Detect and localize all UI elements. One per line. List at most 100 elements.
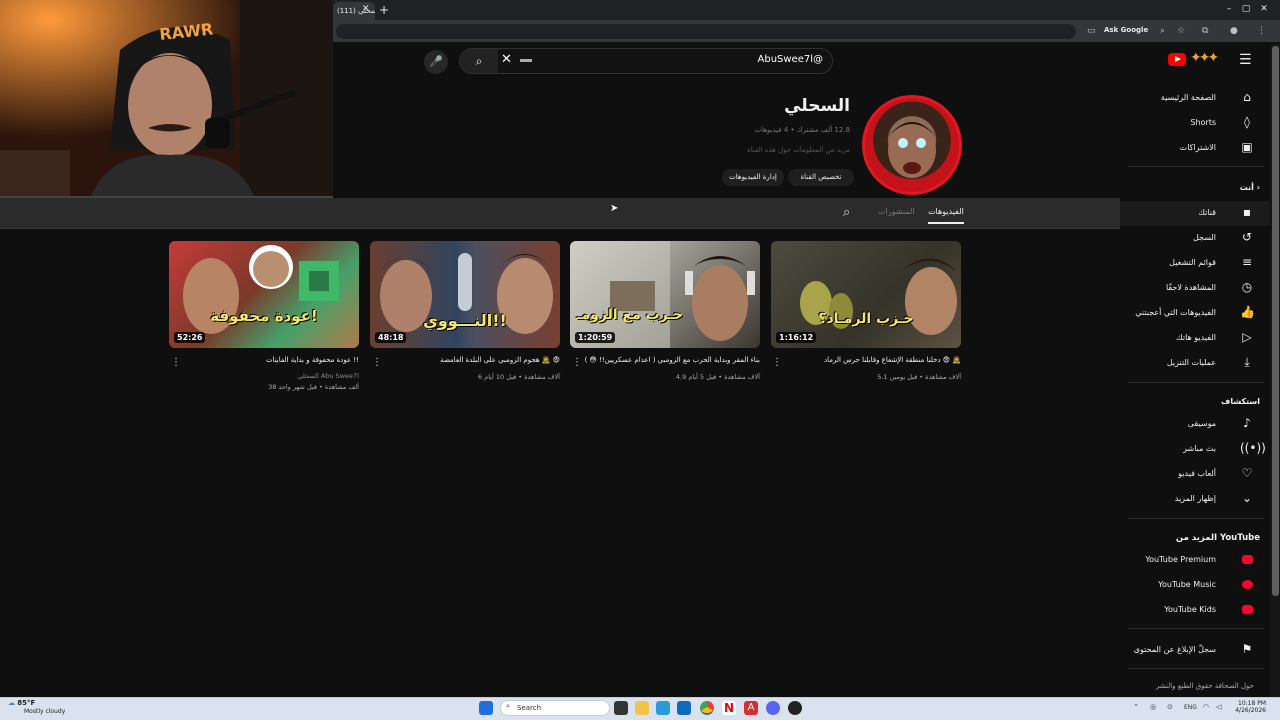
search-button[interactable]: ⌕: [460, 49, 498, 73]
more-options-icon[interactable]: ⋮: [372, 357, 382, 368]
store-icon[interactable]: [677, 701, 691, 715]
extensions-icon[interactable]: ⧉: [1202, 26, 1208, 36]
search-icon: ⌕: [506, 702, 510, 710]
adobe-icon[interactable]: A: [744, 701, 758, 715]
address-bar[interactable]: [336, 24, 1076, 39]
video-meta: 4.9 آلاف مشاهدة • قبل 5 أيام: [675, 373, 760, 381]
more-options-icon[interactable]: ⋮: [171, 357, 181, 368]
ask-google-button[interactable]: Ask Google: [1104, 26, 1148, 34]
language-indicator[interactable]: ENG: [1184, 704, 1197, 711]
sidebar-item-label: الصفحة الرئيسية: [1160, 93, 1216, 102]
liked-icon: 👍: [1240, 305, 1255, 319]
more-options-icon[interactable]: ⋮: [772, 357, 782, 368]
voice-search-icon[interactable]: 🎤: [424, 50, 448, 74]
customize-channel-button[interactable]: تخصيص القناة: [788, 169, 854, 186]
video-thumbnail[interactable]: حـزب الرمـاد؟ 1:16:12: [771, 241, 961, 348]
thumbnail-overlay-text: النـــووي!!: [423, 311, 507, 330]
new-tab-icon[interactable]: +: [379, 3, 389, 17]
sidebar-item-youtube-kids[interactable]: YouTube Kids: [1120, 598, 1270, 623]
edge-icon[interactable]: [656, 701, 670, 715]
youtube-logo[interactable]: [1168, 53, 1186, 66]
sidebar-footer-links[interactable]: حول الصحافة حقوق الطبع والنشر: [1130, 682, 1254, 690]
discord-icon[interactable]: [766, 701, 780, 715]
sidebar-item-liked-videos[interactable]: 👍 الفيديوهات التي أعجبتني: [1120, 301, 1270, 326]
sidebar-item-youtube-premium[interactable]: YouTube Premium: [1120, 548, 1270, 573]
sidebar-item-live[interactable]: ((•)) بث مباشر: [1120, 437, 1270, 462]
video-title[interactable]: عودة محفوفة و بداية الفايتات !!: [179, 356, 359, 364]
close-tab-icon[interactable]: ✕: [362, 4, 370, 14]
your-channel-icon: ▪: [1242, 205, 1252, 219]
menu-icon[interactable]: ☰: [1239, 52, 1252, 68]
video-title[interactable]: بناء المقر وبداية الحرب مع الزومبي ( اعد…: [580, 356, 760, 364]
windows-start-icon[interactable]: [479, 701, 493, 715]
youtube-premium-icon: [1242, 555, 1253, 564]
scrollbar-thumb[interactable]: [1272, 46, 1279, 596]
video-duration: 48:18: [375, 332, 407, 343]
taskbar-clock[interactable]: 10:18 PM 4/26/2026: [1232, 700, 1266, 714]
volume-icon[interactable]: ◁: [1216, 703, 1221, 711]
sidebar-item-subscriptions[interactable]: ▣ الاشتراكات: [1120, 136, 1270, 161]
obs-icon[interactable]: [788, 701, 802, 715]
profile-icon[interactable]: ●: [1230, 26, 1238, 36]
sidebar-item-playlists[interactable]: ≡ قوائم التشغيل: [1120, 251, 1270, 276]
sidebar-item-home[interactable]: ⌂ الصفحة الرئيسية: [1120, 86, 1270, 111]
clear-search-icon[interactable]: ✕: [501, 52, 512, 67]
sidebar-item-report-history[interactable]: ⚑ سجلّ الإبلاغ عن المحتوى: [1120, 638, 1270, 663]
video-thumbnail[interactable]: حـرب مع الزومـ 1:20:59: [570, 241, 760, 348]
bookmark-star-icon[interactable]: ☆: [1177, 26, 1185, 36]
tab-videos[interactable]: الفيديوهات: [928, 207, 964, 224]
tab-posts[interactable]: المنشورات: [878, 207, 915, 216]
video-title[interactable]: هجوم الزومبي على البلدة الغامضة 🧟 😨: [380, 356, 560, 364]
sidebar-item-downloads[interactable]: ⤓ عمليات التنزيل: [1120, 351, 1270, 376]
sidebar-divider: [1128, 668, 1264, 669]
taskbar-search[interactable]: ⌕ Search: [500, 700, 610, 716]
more-options-icon[interactable]: ⋮: [572, 357, 582, 368]
youtube-music-icon: [1242, 580, 1253, 589]
video-channel-name[interactable]: السحلي Abu Swee7l: [179, 372, 359, 380]
sidebar-item-your-channel[interactable]: ▪ قناتك: [1120, 201, 1270, 226]
tray-app-icon[interactable]: ◎: [1150, 703, 1156, 711]
doodle-logo-art[interactable]: ✦✦✦: [1190, 50, 1219, 66]
video-thumbnail[interactable]: النـــووي!! 48:18: [370, 241, 560, 348]
channel-stats: ‏12.8 ألف مشترك • 4 فيديوهات: [754, 126, 851, 134]
keyboard-icon[interactable]: [520, 59, 532, 62]
weather-widget[interactable]: ☁ 85°F Mostly cloudy: [8, 699, 65, 715]
sidebar-divider: [1128, 628, 1264, 629]
chevron-down-icon: ⌄: [1241, 491, 1253, 505]
sidebar-explore-heading: استكشاف: [1221, 397, 1260, 406]
chrome-icon[interactable]: [700, 701, 714, 715]
sidebar-item-music[interactable]: ♪ موسيقى: [1120, 412, 1270, 437]
clock-time: 10:18 PM: [1238, 700, 1266, 707]
sidebar-item-your-videos[interactable]: ▷ الفيديو هاتك: [1120, 326, 1270, 351]
browser-menu-icon[interactable]: ⋮: [1257, 26, 1266, 36]
manage-videos-button[interactable]: إدارة الفيديوهات: [722, 169, 784, 186]
netflix-icon[interactable]: N: [722, 701, 736, 715]
sidebar-item-history[interactable]: ↺ السجل: [1120, 226, 1270, 251]
channel-avatar: [862, 95, 962, 195]
search-input[interactable]: AbuSwee7l@: [700, 54, 824, 65]
maximize-icon[interactable]: ▢: [1239, 4, 1253, 14]
tray-chevron-up-icon[interactable]: ⌃: [1133, 703, 1139, 711]
search-icon: ⌕: [475, 54, 483, 68]
video-duration: 52:26: [174, 332, 206, 343]
sidebar-item-watch-later[interactable]: ◷ المشاهدة لاحقًا: [1120, 276, 1270, 301]
cast-icon[interactable]: ▭: [1087, 26, 1096, 36]
task-view-icon[interactable]: [614, 701, 628, 715]
video-meta: 6 آلاف مشاهدة • قبل 10 أيام: [477, 373, 560, 381]
channel-description[interactable]: مزيد من المعلومات حول هذه القناة: [660, 146, 850, 154]
sidebar-item-shorts[interactable]: ◊ Shorts: [1120, 111, 1270, 136]
wifi-icon[interactable]: ◠: [1203, 703, 1209, 711]
sidebar-item-youtube-music[interactable]: YouTube Music: [1120, 573, 1270, 598]
sidebar-you-heading[interactable]: أنت ›: [1120, 183, 1260, 192]
channel-search-icon[interactable]: ⌕: [843, 205, 850, 220]
minimize-icon[interactable]: –: [1222, 4, 1236, 14]
zoom-icon[interactable]: ⌕: [1160, 26, 1165, 36]
video-title[interactable]: دخلنا منطقة الإشعاع وقابلنا حرس الرماد 😨…: [781, 356, 961, 364]
tray-location-icon[interactable]: ⊙: [1167, 703, 1173, 711]
sidebar-item-label: سجلّ الإبلاغ عن المحتوى: [1133, 645, 1216, 654]
video-thumbnail[interactable]: عودة محفوفة! 52:26: [169, 241, 359, 348]
sidebar-item-gaming[interactable]: ♡ ألعاب فيديو: [1120, 462, 1270, 487]
window-close-icon[interactable]: ✕: [1257, 4, 1271, 14]
sidebar-item-show-more[interactable]: ⌄ إظهار المزيد: [1120, 487, 1270, 512]
file-explorer-icon[interactable]: [635, 701, 649, 715]
